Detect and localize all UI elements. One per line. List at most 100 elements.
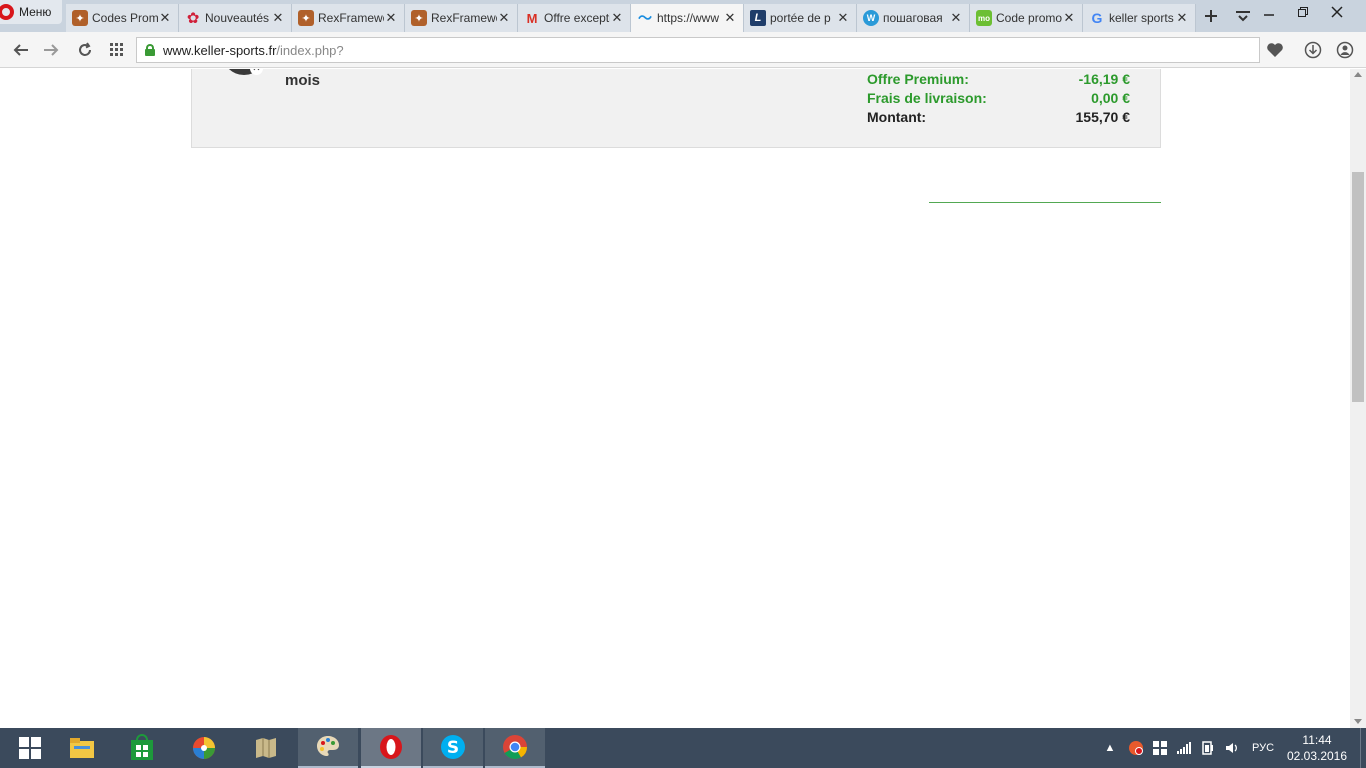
web-page-content: ✕ mois Offre Premium: -16,19 € Frais de … — [0, 69, 1350, 728]
squirrel-favicon-icon: ✦ — [72, 10, 88, 26]
menu-label: Меню — [19, 5, 52, 19]
user-icon — [1336, 41, 1354, 59]
taskbar-paint[interactable] — [298, 728, 358, 768]
tab-close-icon[interactable]: ✕ — [158, 10, 172, 26]
gmail-favicon-icon: M — [526, 10, 538, 26]
squirrel-favicon-icon: ✦ — [298, 10, 314, 26]
back-button[interactable] — [8, 38, 34, 62]
taskbar-chrome[interactable] — [485, 728, 545, 768]
totals-label: Frais de livraison: — [867, 89, 987, 106]
speed-dial-button[interactable] — [104, 38, 130, 62]
tab-code-promo[interactable]: mo Code promo ✕ — [970, 4, 1083, 32]
windows-taskbar: S ▲ РУС 11:44 02.03.2016 — [0, 728, 1366, 768]
tab-codes-promo[interactable]: ✦ Codes Promo ✕ — [66, 4, 179, 32]
address-bar[interactable]: www.keller-sports.fr/index.php? — [136, 37, 1260, 63]
tab-keller-sports-active[interactable]: 〜 https://www ✕ — [631, 4, 744, 32]
tab-close-icon[interactable]: ✕ — [949, 10, 963, 26]
opera-logo-icon — [0, 4, 14, 20]
clock-time: 11:44 — [1302, 733, 1332, 747]
tab-portee[interactable]: L portée de p ✕ — [744, 4, 857, 32]
opera-menu-button[interactable]: Меню — [0, 0, 62, 24]
minimize-button[interactable] — [1252, 0, 1286, 24]
totals-label: Offre Premium: — [867, 70, 969, 87]
downloads-button[interactable] — [1300, 38, 1326, 62]
tray-language[interactable]: РУС — [1248, 728, 1278, 768]
restore-button[interactable] — [1286, 0, 1320, 24]
browser-tab-strip: Меню ✦ Codes Promo ✕ ✿ Nouveautés ✕ ✦ Re… — [0, 0, 1366, 32]
show-desktop-button[interactable] — [1360, 728, 1366, 768]
tray-network-icon[interactable] — [1174, 728, 1194, 768]
skype-icon: S — [441, 735, 465, 759]
restore-icon — [1298, 7, 1308, 17]
tab-title: пошаговая — [883, 11, 943, 25]
forward-button[interactable] — [38, 38, 64, 62]
tab-close-icon[interactable]: ✕ — [1175, 10, 1189, 26]
page-scrollbar[interactable] — [1350, 69, 1366, 728]
tab-title: RexFramework — [318, 11, 384, 25]
tray-battery-icon[interactable] — [1198, 728, 1218, 768]
tray-antivirus-icon[interactable] — [1126, 728, 1146, 768]
signal-bars-icon — [1177, 742, 1191, 754]
premium-offer-row: Offre Premium: -16,19 € — [867, 69, 1130, 88]
remove-item-icon[interactable]: ✕ — [250, 69, 263, 75]
taskbar-opera[interactable] — [361, 728, 421, 768]
product-duration-text: mois — [285, 72, 321, 89]
wave-favicon-icon: 〜 — [638, 10, 652, 26]
reload-button[interactable] — [72, 38, 98, 62]
arrow-left-icon — [13, 44, 28, 56]
tab-rexframework-1[interactable]: ✦ RexFramework ✕ — [292, 4, 405, 32]
tab-rexframework-2[interactable]: ✦ RexFramework ✕ — [405, 4, 518, 32]
order-summary-panel: ✕ mois Offre Premium: -16,19 € Frais de … — [191, 69, 1161, 148]
windows-logo-icon — [19, 737, 41, 759]
close-window-button[interactable] — [1320, 0, 1354, 24]
tab-list: ✦ Codes Promo ✕ ✿ Nouveautés ✕ ✦ RexFram… — [66, 4, 1196, 32]
new-tab-button[interactable] — [1196, 4, 1226, 28]
divider-line — [929, 202, 1161, 203]
tab-poshagovaya[interactable]: W пошаговая ✕ — [857, 4, 970, 32]
map-icon — [256, 738, 276, 758]
opera-icon — [380, 735, 402, 759]
order-totals: Offre Premium: -16,19 € Frais de livrais… — [867, 69, 1130, 126]
tab-nouveautes[interactable]: ✿ Nouveautés ✕ — [179, 4, 292, 32]
folder-icon — [70, 738, 94, 758]
scroll-thumb[interactable] — [1352, 172, 1364, 402]
tab-close-icon[interactable]: ✕ — [723, 10, 737, 26]
browser-toolbar: www.keller-sports.fr/index.php? — [0, 32, 1366, 68]
taskbar-map-app[interactable] — [236, 728, 296, 768]
taskbar-clock[interactable]: 11:44 02.03.2016 — [1286, 732, 1348, 764]
totals-value: 155,70 € — [1075, 108, 1131, 125]
tab-close-icon[interactable]: ✕ — [610, 10, 624, 26]
account-button[interactable] — [1332, 38, 1358, 62]
start-button[interactable] — [0, 728, 60, 768]
shield-alert-icon — [1129, 741, 1143, 755]
taskbar-file-explorer[interactable] — [52, 728, 112, 768]
tab-title: RexFramework — [431, 11, 497, 25]
url-path: /index.php? — [276, 42, 344, 58]
windows-flag-icon — [1153, 741, 1167, 755]
tab-close-icon[interactable]: ✕ — [1062, 10, 1076, 26]
taskbar-skype[interactable]: S — [423, 728, 483, 768]
tray-action-center-icon[interactable] — [1150, 728, 1170, 768]
arrow-right-icon — [44, 44, 59, 56]
scroll-up-arrow-icon[interactable] — [1354, 72, 1362, 77]
tab-title: Codes Promo — [92, 11, 158, 25]
tab-close-icon[interactable]: ✕ — [836, 10, 850, 26]
svg-text:S: S — [447, 738, 459, 758]
chrome-icon — [503, 735, 527, 760]
close-icon — [1331, 6, 1343, 18]
mo-favicon-icon: mo — [976, 10, 992, 26]
tab-title: Offre exceptionnelle — [544, 11, 610, 25]
flower-favicon-icon: ✿ — [186, 10, 200, 27]
tray-volume-icon[interactable] — [1222, 728, 1242, 768]
tab-close-icon[interactable]: ✕ — [497, 10, 511, 26]
taskbar-store[interactable] — [112, 728, 172, 768]
l-favicon-icon: L — [750, 10, 766, 26]
tab-close-icon[interactable]: ✕ — [271, 10, 285, 26]
scroll-down-arrow-icon[interactable] — [1354, 719, 1362, 724]
taskbar-media-app[interactable] — [174, 728, 234, 768]
tab-offre-exceptionnelle[interactable]: M Offre exceptionnelle ✕ — [518, 4, 631, 32]
tab-google-keller[interactable]: G keller sports ✕ — [1083, 4, 1196, 32]
tray-show-hidden-icon[interactable]: ▲ — [1102, 728, 1118, 768]
tab-close-icon[interactable]: ✕ — [384, 10, 398, 26]
stash-button[interactable] — [1262, 38, 1288, 62]
